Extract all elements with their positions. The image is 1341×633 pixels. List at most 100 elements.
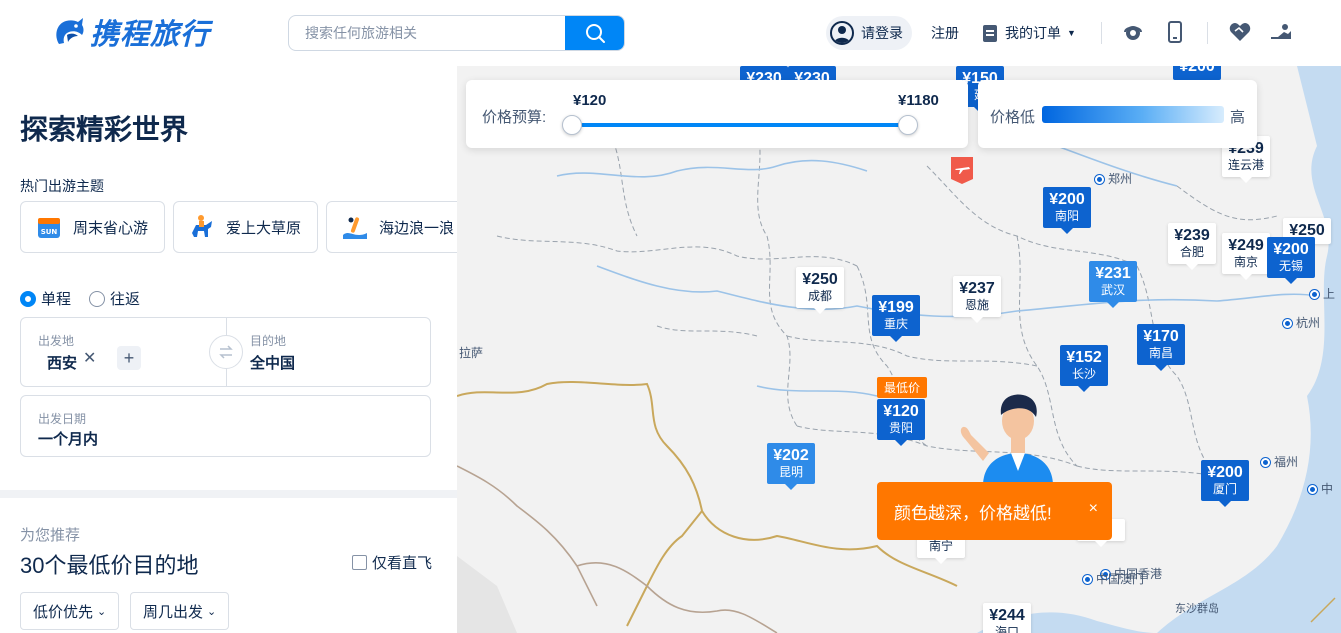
search-input[interactable] bbox=[289, 16, 567, 50]
price-map[interactable]: 郑州 上 杭州 福州 中 中国香港 中国澳门 拉萨 东沙群岛 ¥230 ¥230… bbox=[457, 66, 1341, 633]
radio-label: 往返 bbox=[110, 288, 140, 309]
price-pin-changsha[interactable]: ¥152长沙 bbox=[1060, 345, 1108, 386]
city-label-zhengzhou: 郑州 bbox=[1095, 170, 1132, 187]
surf-icon bbox=[341, 213, 369, 241]
recommend-title: 30个最低价目的地 bbox=[20, 548, 198, 580]
remove-origin-icon[interactable]: ✕ bbox=[83, 348, 96, 368]
mobile-icon[interactable] bbox=[1163, 20, 1187, 44]
swap-route-button[interactable] bbox=[209, 335, 243, 369]
price-pin-nanchang[interactable]: ¥170南昌 bbox=[1137, 324, 1185, 365]
price-pin-nanyang[interactable]: ¥200南阳 bbox=[1043, 187, 1091, 228]
price-color-legend: 价格低 高 bbox=[978, 80, 1257, 148]
departure-date-field[interactable]: 出发日期 一个月内 bbox=[20, 395, 431, 457]
price-pin-enshi[interactable]: ¥237恩施 bbox=[953, 276, 1001, 317]
customer-service-icon[interactable] bbox=[1121, 20, 1145, 44]
origin-label: 出发地 bbox=[38, 332, 74, 349]
budget-slider-track[interactable] bbox=[581, 123, 909, 127]
nav-divider bbox=[1101, 22, 1102, 44]
login-label: 请登录 bbox=[861, 23, 903, 43]
theme-grassland[interactable]: 爱上大草原 bbox=[173, 201, 318, 253]
price-pin-chengdu[interactable]: ¥250成都 bbox=[796, 267, 844, 308]
weekday-label: 周几出发 bbox=[143, 601, 203, 622]
sort-dropdown[interactable]: 低价优先 ⌄ bbox=[20, 592, 119, 630]
nav-divider bbox=[1207, 22, 1208, 44]
swap-arrows-icon bbox=[218, 345, 234, 359]
trip-type-group: 单程 往返 bbox=[20, 288, 140, 309]
budget-min-value: ¥120 bbox=[573, 92, 606, 109]
tip-toast: 颜色越深，价格越低! × bbox=[877, 482, 1112, 540]
city-label-shanghai: 上 bbox=[1310, 285, 1335, 302]
section-divider bbox=[0, 490, 457, 498]
budget-min-handle[interactable] bbox=[562, 115, 582, 135]
price-pin-xiamen[interactable]: ¥200厦门 bbox=[1201, 460, 1249, 501]
price-pin-kunming[interactable]: ¥202昆明 bbox=[767, 443, 815, 484]
order-document-icon bbox=[983, 25, 997, 42]
theme-label: 周末省心游 bbox=[73, 217, 148, 238]
search-icon bbox=[584, 22, 606, 44]
calendar-sun-icon: SUN bbox=[35, 213, 63, 241]
direct-only-checkbox[interactable]: 仅看直飞 bbox=[352, 552, 457, 573]
theme-seaside[interactable]: 海边浪一浪 bbox=[326, 201, 457, 253]
theme-label: 海边浪一浪 bbox=[379, 217, 454, 238]
city-label-dongsha: 东沙群岛 bbox=[1175, 600, 1219, 616]
city-label-fuzhou: 福州 bbox=[1261, 453, 1298, 470]
my-orders-menu[interactable]: 我的订单 ▼ bbox=[983, 16, 1076, 50]
weekday-dropdown[interactable]: 周几出发 ⌄ bbox=[130, 592, 229, 630]
price-pin-wuxi[interactable]: ¥200无锡 bbox=[1267, 237, 1315, 278]
city-label-lhasa: 拉萨 bbox=[459, 344, 483, 361]
price-pin-hefei[interactable]: ¥239合肥 bbox=[1168, 223, 1216, 264]
route-box: 出发地 西安 ✕ + 目的地 全中国 bbox=[20, 317, 431, 387]
origin-chip[interactable]: 西安 bbox=[47, 352, 77, 373]
destination-label: 目的地 bbox=[250, 332, 286, 349]
price-pin-wuhan[interactable]: ¥231武汉 bbox=[1089, 261, 1137, 302]
budget-max-value: ¥1180 bbox=[898, 92, 939, 109]
add-origin-button[interactable]: + bbox=[117, 346, 141, 370]
china-map-terrain bbox=[457, 66, 1341, 633]
heart-icon[interactable] bbox=[1228, 20, 1252, 44]
city-label-taiwan: 中 bbox=[1308, 480, 1333, 497]
search-panel: 探索精彩世界 热门出游主题 SUN 周末省心游 爱上大草原 海边浪一浪 单程 bbox=[0, 66, 457, 633]
mascot-illustration-icon bbox=[953, 391, 1083, 486]
map-compass-line-icon bbox=[1309, 594, 1339, 624]
close-icon[interactable]: × bbox=[1089, 500, 1098, 518]
lowest-price-tag: 最低价 bbox=[877, 377, 927, 398]
chevron-down-icon: ⌄ bbox=[207, 605, 216, 618]
city-label-macau: 中国澳门 bbox=[1083, 570, 1144, 587]
svg-text:SUN: SUN bbox=[41, 228, 58, 236]
tip-toast-text: 颜色越深，价格越低! bbox=[894, 499, 1052, 524]
register-link[interactable]: 注册 bbox=[931, 16, 959, 50]
price-pin-chongqing[interactable]: ¥199重庆 bbox=[872, 295, 920, 336]
horse-rider-icon bbox=[188, 213, 216, 241]
checkbox-box bbox=[352, 555, 367, 570]
radio-one-way[interactable]: 单程 bbox=[20, 288, 71, 309]
login-button[interactable]: 请登录 bbox=[826, 16, 912, 50]
chevron-down-icon: ⌄ bbox=[97, 605, 106, 618]
caret-down-icon: ▼ bbox=[1067, 28, 1076, 38]
page-title: 探索精彩世界 bbox=[20, 108, 188, 148]
brand-name: 携程旅行 bbox=[90, 11, 210, 53]
user-avatar-icon bbox=[830, 21, 854, 45]
destination-field[interactable]: 全中国 bbox=[250, 352, 295, 373]
price-pin-haikou[interactable]: ¥244海口 bbox=[983, 603, 1031, 633]
sort-label: 低价优先 bbox=[33, 601, 93, 622]
themes-label: 热门出游主题 bbox=[20, 176, 104, 196]
price-pin[interactable]: ¥200 bbox=[1173, 66, 1221, 80]
brand-logo[interactable]: 携程旅行 bbox=[52, 14, 210, 50]
legend-low-label: 价格低 bbox=[990, 106, 1035, 127]
theme-list: SUN 周末省心游 爱上大草原 海边浪一浪 bbox=[20, 201, 457, 253]
price-budget-panel: 价格预算: ¥120 ¥1180 bbox=[466, 80, 968, 148]
budget-max-handle[interactable] bbox=[898, 115, 918, 135]
radio-label: 单程 bbox=[41, 288, 71, 309]
date-value: 一个月内 bbox=[38, 428, 98, 449]
search-button[interactable] bbox=[565, 15, 624, 51]
origin-plane-marker-icon bbox=[949, 155, 975, 185]
price-pin-guiyang[interactable]: ¥120贵阳 bbox=[877, 399, 925, 440]
top-header: 携程旅行 请登录 注册 我的订单 ▼ bbox=[0, 0, 1341, 66]
direct-only-label: 仅看直飞 bbox=[372, 552, 432, 573]
radio-round-trip[interactable]: 往返 bbox=[89, 288, 140, 309]
price-pin-nanjing[interactable]: ¥249南京 bbox=[1222, 233, 1270, 274]
city-label-hangzhou: 杭州 bbox=[1283, 314, 1320, 331]
theme-weekend[interactable]: SUN 周末省心游 bbox=[20, 201, 165, 253]
handshake-icon[interactable] bbox=[1269, 20, 1293, 44]
recommend-label: 为您推荐 bbox=[20, 524, 80, 545]
